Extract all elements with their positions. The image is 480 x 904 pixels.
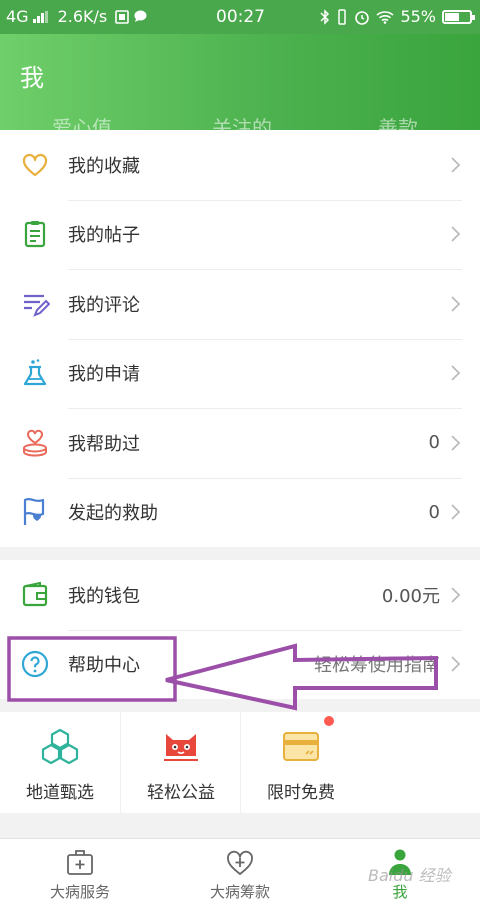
network-speed: 2.6K/s (57, 7, 108, 26)
shortcut-grid: 地道甄选 轻松公益 限时免费 (0, 712, 480, 813)
chevron-right-icon (451, 365, 461, 381)
menu-item-label: 发起的救助 (68, 503, 158, 525)
question-circle-icon (21, 651, 49, 678)
wallet-icon (22, 581, 48, 606)
menu-item-label: 我的评论 (68, 294, 140, 316)
menu-item-wallet[interactable]: 我的钱包 0.00元 (0, 560, 480, 630)
menu-item-value: 0 (428, 501, 440, 523)
menu-group-personal: 我的收藏 我的帖子 我的评论 我的申请 我帮助过 0 发起的救助 0 (0, 130, 480, 547)
chevron-right-icon (451, 656, 461, 672)
menu-item-value: 0 (428, 432, 440, 454)
watermark: Baidu 经验 (368, 866, 451, 885)
clock: 00:27 (216, 7, 265, 27)
alarm-icon (355, 10, 370, 25)
chevron-right-icon (451, 435, 461, 451)
chevron-right-icon (451, 504, 461, 520)
stat-donations[interactable]: 善款 (378, 112, 418, 130)
new-badge (324, 716, 334, 726)
menu-item-favorites[interactable]: 我的收藏 (0, 130, 480, 200)
profile-header: 我 爱心值 关注的 善款 (0, 34, 480, 130)
chevron-right-icon (451, 157, 461, 173)
chevron-right-icon (451, 226, 461, 242)
wallet-balance: 0.00元 (381, 585, 440, 607)
menu-item-help-center[interactable]: 帮助中心 轻松筹使用指南 (0, 629, 480, 700)
battery-icon (442, 9, 475, 24)
menu-item-applications[interactable]: 我的申请 (0, 338, 480, 409)
medical-kit-icon (67, 850, 93, 875)
heart-plus-icon (227, 850, 253, 875)
menu-item-label: 我的收藏 (68, 155, 140, 177)
tab-illness-fundraising[interactable]: 大病筹款 (160, 839, 320, 904)
network-type: 4G (6, 7, 29, 26)
vibrate-icon (338, 8, 347, 25)
menu-item-helped[interactable]: 我帮助过 0 (0, 408, 480, 478)
menu-group-wallet: 我的钱包 0.00元 帮助中心 轻松筹使用指南 (0, 560, 480, 699)
shortcut-limited-free[interactable]: 限时免费 (240, 712, 360, 813)
shortcut-label: 轻松公益 (147, 783, 215, 803)
tab-label: 大病服务 (49, 883, 110, 901)
shortcut-label: 限时免费 (267, 783, 335, 803)
menu-item-label: 帮助中心 (68, 655, 140, 677)
stat-love-value[interactable]: 爱心值 (52, 112, 112, 130)
stat-following[interactable]: 关注的 (212, 112, 272, 130)
edit-lines-icon (24, 294, 50, 317)
clipboard-icon (24, 221, 46, 248)
header-stats: 爱心值 关注的 善款 (0, 112, 480, 130)
signal-icon (32, 10, 48, 23)
help-guide-link: 轻松筹使用指南 (314, 655, 440, 677)
bluetooth-icon (320, 8, 330, 25)
shortcut-charity[interactable]: 轻松公益 (120, 712, 240, 813)
chevron-right-icon (451, 296, 461, 312)
tab-label: 大病筹款 (209, 883, 270, 901)
page-title: 我 (20, 64, 44, 92)
chevron-right-icon (451, 587, 461, 603)
wifi-icon (376, 10, 394, 24)
menu-item-label: 我的钱包 (68, 585, 140, 607)
heart-icon (22, 153, 48, 176)
cat-icon (164, 734, 198, 761)
battery-percent: 55% (400, 7, 436, 26)
menu-item-initiated-aid[interactable]: 发起的救助 0 (0, 477, 480, 548)
menu-item-label: 我的帖子 (68, 225, 140, 247)
flask-icon (23, 359, 47, 386)
tab-illness-services[interactable]: 大病服务 (0, 839, 160, 904)
card-icon (283, 732, 319, 761)
menu-item-label: 我的申请 (68, 364, 140, 386)
cubes-icon (41, 728, 79, 765)
notification-icon (115, 9, 130, 24)
chat-bubble-icon (134, 10, 147, 22)
helping-hand-icon (23, 429, 47, 457)
shortcut-local-selection[interactable]: 地道甄选 (0, 712, 120, 813)
shortcut-label: 地道甄选 (26, 783, 94, 803)
menu-item-label: 我帮助过 (68, 433, 140, 455)
flag-heart-icon (23, 498, 45, 526)
status-bar: 4G 2.6K/s 00:27 55% (0, 0, 480, 34)
menu-item-posts[interactable]: 我的帖子 (0, 199, 480, 270)
menu-item-comments[interactable]: 我的评论 (0, 269, 480, 339)
